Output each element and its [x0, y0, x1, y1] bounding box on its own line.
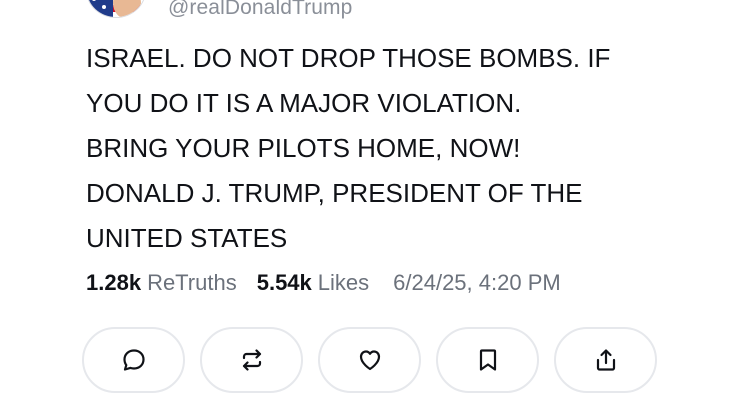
retruths-stat[interactable]: 1.28k ReTruths: [86, 270, 237, 296]
avatar[interactable]: [86, 0, 146, 18]
retruths-count: 1.28k: [86, 270, 142, 295]
post-text-line: DONALD J. TRUMP, PRESIDENT OF THE: [86, 178, 583, 208]
retruths-label: ReTruths: [147, 270, 237, 295]
author-handle[interactable]: @realDonaldTrump: [168, 0, 352, 20]
bookmark-icon: [479, 349, 496, 371]
likes-stat[interactable]: 5.54k Likes: [257, 270, 369, 296]
avatar-image: [87, 0, 145, 17]
post-text-line: UNITED STATES: [86, 223, 288, 253]
likes-label: Likes: [317, 270, 370, 295]
likes-count: 5.54k: [256, 270, 312, 295]
post-text-line: ISRAEL. DO NOT DROP THOSE BOMBS. IF: [86, 43, 611, 73]
retruth-icon: [242, 349, 261, 371]
post-card: @realDonaldTrump ISRAEL. DO NOT DROP THO…: [0, 0, 735, 400]
post-text-line: YOU DO IT IS A MAJOR VIOLATION.: [86, 88, 522, 118]
reply-button[interactable]: [82, 327, 185, 393]
reply-icon: [122, 349, 145, 371]
bookmark-button[interactable]: [436, 327, 539, 393]
share-button[interactable]: [554, 327, 657, 393]
retruth-button[interactable]: [200, 327, 303, 393]
post-stats: 1.28k ReTruths 5.54k Likes 6/24/25, 4:20 P…: [86, 270, 561, 296]
post-body: ISRAEL. DO NOT DROP THOSE BOMBS. IF YOU …: [86, 36, 706, 261]
like-button[interactable]: [318, 327, 421, 393]
share-icon: [596, 349, 615, 371]
post-text-line: BRING YOUR PILOTS HOME, NOW!: [86, 133, 521, 163]
post-timestamp: 6/24/25, 4:20 PM: [393, 270, 561, 295]
action-bar: [82, 327, 657, 393]
heart-icon: [359, 350, 380, 371]
